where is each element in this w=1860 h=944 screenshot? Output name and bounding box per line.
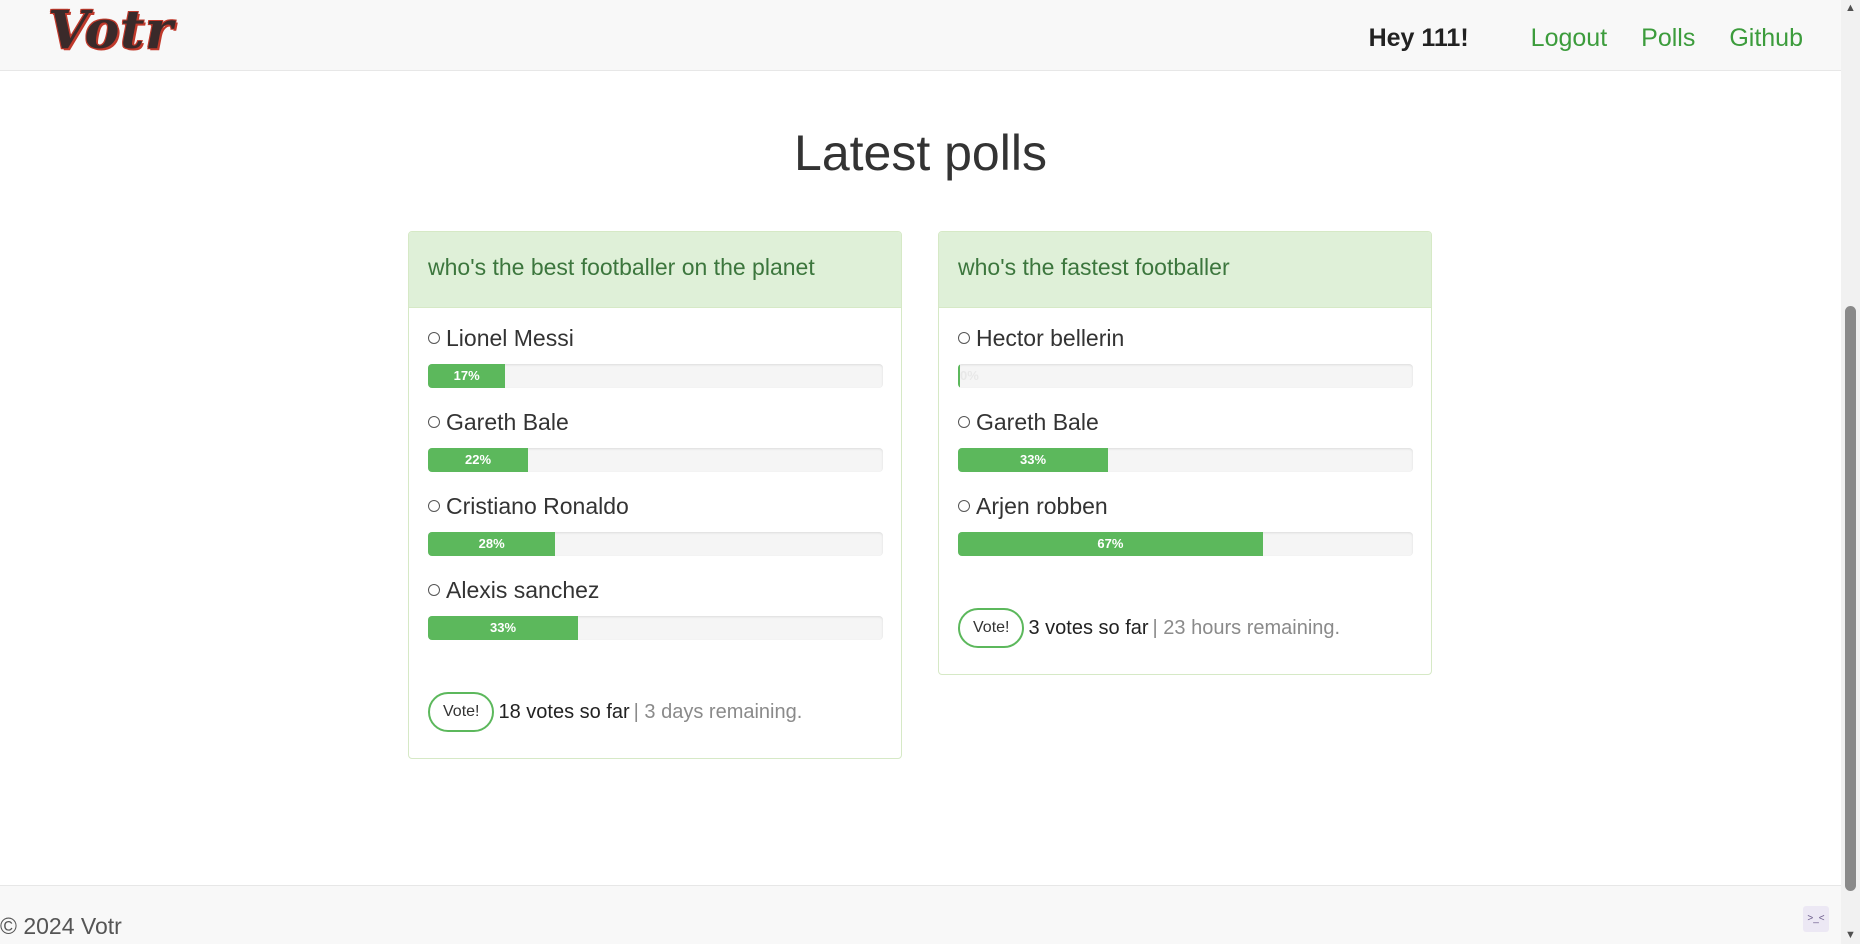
vote-count: 18 votes so far — [498, 700, 630, 723]
progress-fill: 0% — [958, 364, 979, 388]
vote-count: 3 votes so far — [1028, 616, 1149, 639]
poll-card: who's the fastest footballer Hector bell… — [938, 231, 1432, 675]
option-label: Gareth Bale — [446, 408, 569, 435]
option-radio[interactable] — [958, 500, 970, 512]
poll-option: Cristiano Ronaldo 28% — [428, 490, 883, 556]
poll-option: Lionel Messi 17% — [428, 322, 883, 388]
option-radio[interactable] — [428, 332, 440, 344]
progress-bar: 22% — [428, 448, 883, 472]
option-label: Hector bellerin — [976, 324, 1125, 351]
option-label: Arjen robben — [976, 492, 1108, 519]
progress-fill: 22% — [428, 448, 529, 472]
poll-footer: Vote! 18 votes so far | 3 days remaining… — [428, 692, 802, 732]
nav-menu: Hey 111! Logout Polls Github — [1369, 24, 1803, 53]
option-radio[interactable] — [958, 416, 970, 428]
progress-fill: 28% — [428, 532, 556, 556]
progress-fill: 67% — [958, 532, 1263, 556]
poll-question: who's the fastest footballer — [939, 232, 1431, 308]
vertical-scrollbar[interactable]: ▲ ▼ — [1841, 0, 1860, 944]
time-remaining: | 3 days remaining. — [633, 700, 803, 723]
poll-question: who's the best footballer on the planet — [409, 232, 901, 308]
progress-fill: 33% — [958, 448, 1109, 472]
option-label: Alexis sanchez — [446, 576, 600, 603]
poll-option: Hector bellerin 0% — [958, 322, 1413, 388]
poll-option: Gareth Bale 33% — [958, 406, 1413, 472]
option-label: Gareth Bale — [976, 408, 1099, 435]
brand-logo[interactable]: Votr — [48, 0, 174, 61]
poll-card: who's the best footballer on the planet … — [408, 231, 902, 759]
poll-option: Arjen robben 67% — [958, 490, 1413, 556]
vote-button[interactable]: Vote! — [958, 608, 1025, 648]
navbar: Votr Hey 111! Logout Polls Github — [0, 0, 1841, 71]
poll-option: Gareth Bale 22% — [428, 406, 883, 472]
scroll-up-arrow-icon[interactable]: ▲ — [1841, 0, 1860, 17]
progress-bar: 67% — [958, 532, 1413, 556]
vote-button[interactable]: Vote! — [428, 692, 495, 732]
progress-bar: 28% — [428, 532, 883, 556]
github-link[interactable]: Github — [1729, 24, 1803, 53]
progress-bar: 0% — [958, 364, 1413, 388]
option-radio[interactable] — [428, 584, 440, 596]
user-greeting: Hey 111! — [1368, 24, 1469, 52]
copyright-text: © 2024 Votr — [0, 913, 122, 939]
poll-footer: Vote! 3 votes so far | 23 hours remainin… — [958, 608, 1340, 648]
logout-link[interactable]: Logout — [1531, 24, 1607, 53]
option-radio[interactable] — [428, 416, 440, 428]
progress-fill: 17% — [428, 364, 506, 388]
progress-fill: 33% — [428, 616, 579, 640]
page-footer: © 2024 Votr — [0, 885, 1841, 944]
progress-bar: 33% — [428, 616, 883, 640]
polls-link[interactable]: Polls — [1641, 24, 1695, 53]
option-radio[interactable] — [958, 332, 970, 344]
scroll-down-arrow-icon[interactable]: ▼ — [1841, 927, 1860, 944]
option-label: Cristiano Ronaldo — [446, 492, 629, 519]
progress-bar: 33% — [958, 448, 1413, 472]
scrollbar-thumb[interactable] — [1845, 306, 1856, 891]
page-title: Latest polls — [794, 125, 1047, 181]
option-radio[interactable] — [428, 500, 440, 512]
time-remaining: | 23 hours remaining. — [1152, 616, 1341, 639]
option-label: Lionel Messi — [446, 324, 574, 351]
progress-bar: 17% — [428, 364, 883, 388]
extension-icon[interactable]: >_< — [1803, 906, 1829, 932]
poll-option: Alexis sanchez 33% — [428, 574, 883, 640]
